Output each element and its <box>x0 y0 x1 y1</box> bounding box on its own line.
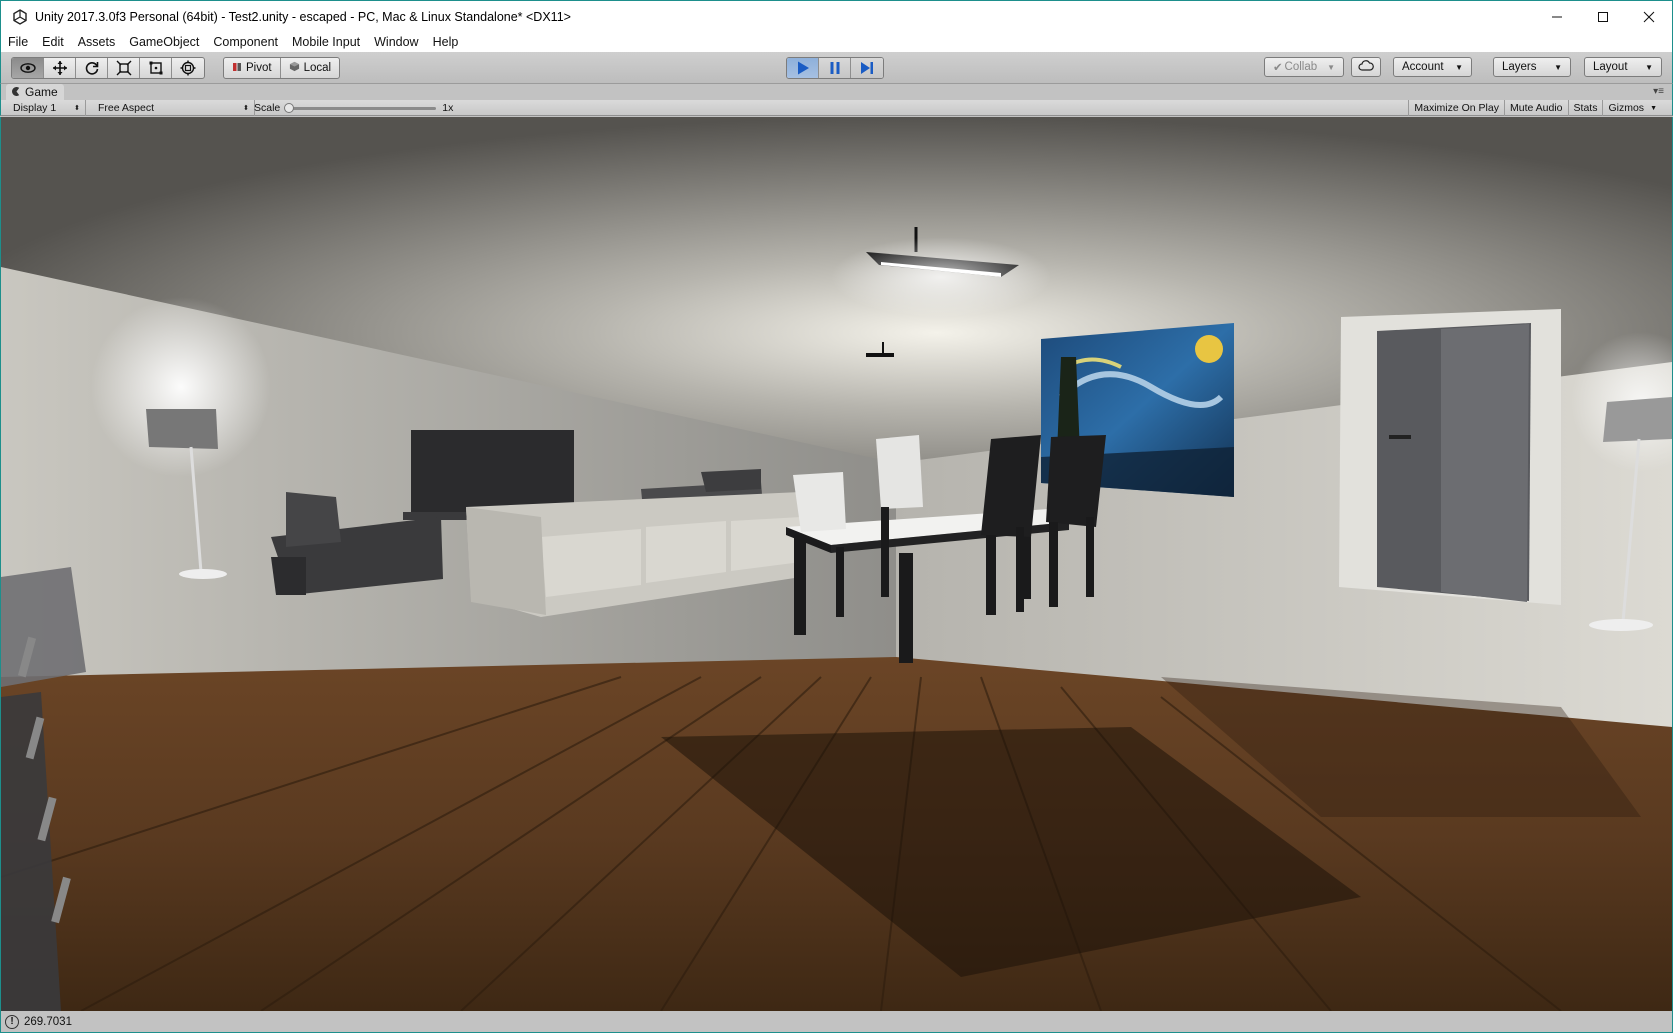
pivot-button[interactable]: Pivot <box>224 58 281 78</box>
account-label: Account <box>1402 61 1444 73</box>
collab-dropdown[interactable]: ✔ Collab ▼ <box>1264 57 1344 77</box>
window-title-bar: Unity 2017.3.0f3 Personal (64bit) - Test… <box>0 0 1673 32</box>
menu-gameobject[interactable]: GameObject <box>122 32 206 52</box>
menu-assets[interactable]: Assets <box>71 32 123 52</box>
game-viewport[interactable] <box>0 117 1673 1011</box>
stats-button[interactable]: Stats <box>1567 100 1603 116</box>
collab-label: Collab <box>1284 61 1318 73</box>
transform-icon[interactable] <box>172 58 204 78</box>
status-text[interactable]: 269.7031 <box>24 1016 72 1028</box>
updown-arrows-icon: ⬍ <box>243 105 249 112</box>
scale-icon[interactable] <box>108 58 140 78</box>
game-tab-bar: Game ▾≡ <box>0 84 1673 100</box>
menu-component[interactable]: Component <box>206 32 285 52</box>
collab-check-icon: ✔ <box>1273 62 1283 74</box>
info-icon: ! <box>5 1014 19 1029</box>
scale-slider-thumb[interactable] <box>284 102 295 113</box>
chevron-down-icon: ▼ <box>1650 104 1657 112</box>
aspect-dropdown[interactable]: Free Aspect ⬍ <box>93 100 255 116</box>
menu-file[interactable]: File <box>1 32 35 52</box>
menu-bar: File Edit Assets GameObject Component Mo… <box>0 32 1673 52</box>
scale-slider[interactable] <box>284 102 437 113</box>
display-label: Display 1 <box>13 102 57 114</box>
minimize-icon[interactable] <box>1534 1 1580 32</box>
gizmos-button[interactable]: Gizmos ▼ <box>1602 100 1662 116</box>
scale-control: Scale 1x <box>254 100 453 116</box>
pivot-local-toggle: Pivot Local <box>223 57 341 79</box>
display-dropdown[interactable]: Display 1 ⬍ <box>8 100 86 116</box>
menu-edit[interactable]: Edit <box>35 32 71 52</box>
local-button[interactable]: Local <box>281 58 339 78</box>
pivot-label: Pivot <box>246 62 272 74</box>
scale-label: Scale <box>254 102 281 114</box>
move-icon[interactable] <box>44 58 76 78</box>
window-title: Unity 2017.3.0f3 Personal (64bit) - Test… <box>35 9 571 24</box>
main-toolbar: Pivot Local ✔ Collab ▼ Account ▼ Layers … <box>0 52 1673 84</box>
play-icon[interactable] <box>787 58 819 78</box>
menu-window[interactable]: Window <box>367 32 425 52</box>
maximize-icon[interactable] <box>1580 1 1626 32</box>
mute-audio-button[interactable]: Mute Audio <box>1503 100 1568 116</box>
aspect-label: Free Aspect <box>98 102 155 114</box>
game-controller-icon <box>12 85 21 99</box>
updown-arrows-icon: ⬍ <box>74 105 80 112</box>
layout-dropdown[interactable]: Layout ▼ <box>1584 57 1662 77</box>
game-view-controls: Display 1 ⬍ Free Aspect ⬍ Scale 1x Maxim… <box>0 100 1673 116</box>
menu-mobile-input[interactable]: Mobile Input <box>285 32 367 52</box>
hand-eye-icon[interactable] <box>12 58 44 78</box>
tab-game[interactable]: Game <box>6 84 64 100</box>
close-icon[interactable] <box>1626 1 1672 32</box>
step-icon[interactable] <box>851 58 883 78</box>
gizmos-label: Gizmos <box>1608 102 1645 114</box>
scale-value: 1x <box>442 102 454 114</box>
unity-logo-icon <box>9 6 31 28</box>
pivot-icon <box>232 62 242 75</box>
status-bar: ! 269.7031 <box>0 1011 1673 1033</box>
maximize-on-play-button[interactable]: Maximize On Play <box>1408 100 1504 116</box>
cloud-button[interactable] <box>1351 57 1381 77</box>
game-view-toggles: Maximize On Play Mute Audio Stats Gizmos… <box>1408 100 1662 116</box>
transform-tools <box>11 57 205 79</box>
layers-label: Layers <box>1502 61 1537 73</box>
chevron-down-icon: ▼ <box>1327 62 1335 72</box>
cloud-icon <box>1358 60 1374 74</box>
window-controls <box>1534 1 1672 32</box>
local-cube-icon <box>289 61 300 75</box>
rect-icon[interactable] <box>140 58 172 78</box>
layout-label: Layout <box>1593 61 1628 73</box>
game-tab-label: Game <box>25 85 58 99</box>
tab-menu-icon[interactable]: ▾≡ <box>1653 86 1664 97</box>
account-dropdown[interactable]: Account ▼ <box>1393 57 1472 77</box>
rotate-icon[interactable] <box>76 58 108 78</box>
menu-help[interactable]: Help <box>426 32 466 52</box>
local-label: Local <box>303 62 332 74</box>
play-controls <box>786 57 884 79</box>
scene-render <box>1 117 1672 1011</box>
chevron-down-icon: ▼ <box>1645 62 1653 72</box>
layers-dropdown[interactable]: Layers ▼ <box>1493 57 1571 77</box>
pause-icon[interactable] <box>819 58 851 78</box>
chevron-down-icon: ▼ <box>1554 62 1562 72</box>
chevron-down-icon: ▼ <box>1455 62 1463 72</box>
